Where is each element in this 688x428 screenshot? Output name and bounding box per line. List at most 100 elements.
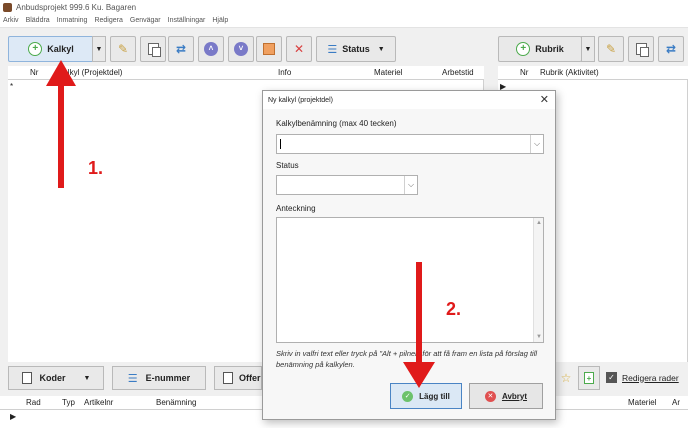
koder-label: Koder — [39, 373, 66, 383]
annotation-arrow-1 — [58, 82, 64, 188]
swap-icon: ⇄ — [665, 42, 677, 56]
rubrik-copy-button[interactable] — [628, 36, 654, 62]
window-title: Anbudsprojekt 999.6 Ku. Bagaren — [16, 2, 137, 12]
annotation-step-1: 1. — [88, 158, 104, 178]
rubrik-label: Rubrik — [535, 44, 564, 54]
offert-button[interactable]: Offer — [214, 366, 262, 390]
redigera-rader-label: Redigera rader — [622, 372, 679, 383]
chevron-down-icon[interactable]: ⌵ — [530, 135, 543, 153]
favorite-button[interactable]: ☆ — [556, 366, 576, 390]
cancel-button[interactable]: ✕ Avbryt — [469, 383, 543, 409]
col-rubrik-nr[interactable]: Nr — [520, 68, 528, 77]
star-icon: ☆ — [560, 371, 572, 385]
document-icon — [21, 372, 32, 384]
col-rad[interactable]: Rad — [26, 398, 41, 407]
menu-redigera[interactable]: Redigera — [94, 17, 122, 24]
delete-icon: ✕ — [293, 42, 305, 56]
add-button-label: Lägg till — [419, 391, 450, 401]
status-field-label: Status — [276, 161, 299, 170]
annotation-arrow-2 — [416, 262, 422, 364]
note-icon — [263, 43, 275, 55]
pencil-icon: ✎ — [117, 42, 129, 56]
scroll-up-icon[interactable]: ▲ — [534, 218, 544, 228]
enummer-button[interactable]: ☰ E-nummer — [112, 366, 206, 390]
menu-genvagar[interactable]: Genvägar — [130, 17, 161, 24]
status-label: Status — [342, 44, 370, 54]
menu-bladdra[interactable]: Bläddra — [26, 17, 50, 24]
add-icon: + — [516, 42, 531, 56]
swap-button[interactable]: ⇄ — [168, 36, 194, 62]
note-button[interactable] — [256, 36, 282, 62]
edit-button[interactable]: ✎ — [110, 36, 136, 62]
new-row-marker: * — [10, 82, 14, 91]
scroll-down-icon[interactable]: ▼ — [534, 332, 544, 342]
swap-icon: ⇄ — [175, 42, 187, 56]
move-up-button[interactable]: ˄ — [198, 36, 224, 62]
kalkyl-label: Kalkyl — [47, 44, 74, 54]
col-artikelnr[interactable]: Artikelnr — [84, 398, 113, 407]
col-rows-ar[interactable]: Ar — [672, 398, 680, 407]
menu-arkiv[interactable]: Arkiv — [3, 17, 19, 24]
document-icon — [223, 372, 233, 384]
redigera-rader-checkbox[interactable]: ✓ — [606, 372, 617, 383]
status-select[interactable]: ⌵ — [276, 175, 418, 195]
col-benamning[interactable]: Benämning — [156, 398, 196, 407]
col-arbetstid[interactable]: Arbetstid — [442, 68, 474, 77]
rows-current-marker: ▶ — [10, 412, 17, 421]
copy-button[interactable] — [140, 36, 166, 62]
cancel-button-label: Avbryt — [501, 391, 528, 401]
chevron-up-icon: ˄ — [204, 42, 218, 56]
kalkyl-name-combobox[interactable]: ⌵ — [276, 134, 544, 154]
chevron-down-icon: ▼ — [83, 374, 91, 382]
kalkyl-grid-header: Nr Kalkyl (Projektdel) Info Materiel Arb… — [8, 66, 484, 80]
kalkyl-button[interactable]: + Kalkyl — [8, 36, 94, 62]
koder-button[interactable]: Koder ▼ — [8, 366, 104, 390]
list-icon: ☰ — [327, 43, 338, 56]
annotation-arrow-2-head — [403, 362, 435, 388]
rubrik-swap-button[interactable]: ⇄ — [658, 36, 684, 62]
note-textarea[interactable]: ▲ ▼ — [276, 217, 544, 343]
menu-hjalp[interactable]: Hjälp — [212, 17, 228, 24]
rubrik-button[interactable]: + Rubrik — [498, 36, 582, 62]
note-label: Anteckning — [276, 204, 316, 213]
note-scrollbar[interactable]: ▲ ▼ — [533, 218, 543, 342]
chevron-down-icon[interactable]: ⌵ — [404, 176, 417, 194]
check-icon: ✓ — [402, 390, 414, 402]
window-titlebar: Anbudsprojekt 999.6 Ku. Bagaren — [0, 0, 688, 14]
menu-inmatning[interactable]: Inmatning — [57, 17, 88, 24]
cancel-icon: ✕ — [484, 390, 496, 402]
list-icon: ☰ — [127, 372, 138, 385]
add-document-icon: + — [584, 372, 594, 384]
chevron-down-icon: ˅ — [234, 42, 248, 56]
move-down-button[interactable]: ˅ — [228, 36, 254, 62]
delete-button[interactable]: ✕ — [286, 36, 312, 62]
col-rubrik[interactable]: Rubrik (Aktivitet) — [540, 68, 599, 77]
col-typ[interactable]: Typ — [62, 398, 75, 407]
rubrik-dropdown-button[interactable]: ▼ — [581, 36, 595, 62]
pencil-icon: ✎ — [605, 42, 617, 56]
name-label: Kalkylbenämning (max 40 tecken) — [276, 119, 397, 128]
app-icon — [3, 2, 12, 12]
redigera-rader-toggle[interactable]: ✓ Redigera rader — [606, 372, 679, 383]
copy-icon — [147, 43, 161, 57]
col-nr[interactable]: Nr — [30, 68, 38, 77]
rubrik-edit-button[interactable]: ✎ — [598, 36, 624, 62]
status-button[interactable]: ☰ Status ▼ — [316, 36, 396, 62]
add-icon: + — [28, 42, 43, 56]
menu-installningar[interactable]: Inställningar — [168, 17, 206, 24]
col-materiel[interactable]: Materiel — [374, 68, 402, 77]
offert-label: Offer — [239, 373, 261, 383]
add-document-button[interactable]: + — [578, 366, 600, 390]
rubrik-grid-header: Nr Rubrik (Aktivitet) — [498, 66, 688, 80]
annotation-arrow-1-head — [46, 60, 76, 86]
col-rows-materiel[interactable]: Materiel — [628, 398, 656, 407]
dialog-title: Ny kalkyl (projektdel) — [268, 96, 333, 104]
dialog-titlebar: Ny kalkyl (projektdel) ✕ — [263, 91, 555, 109]
kalkyl-dropdown-button[interactable]: ▼ — [92, 36, 106, 62]
menu-bar: Arkiv Bläddra Inmatning Redigera Genväga… — [0, 14, 688, 28]
chevron-down-icon: ▼ — [377, 45, 385, 53]
enummer-label: E-nummer — [145, 373, 191, 383]
copy-icon — [635, 43, 649, 57]
close-icon[interactable]: ✕ — [540, 93, 549, 106]
col-info[interactable]: Info — [278, 68, 291, 77]
